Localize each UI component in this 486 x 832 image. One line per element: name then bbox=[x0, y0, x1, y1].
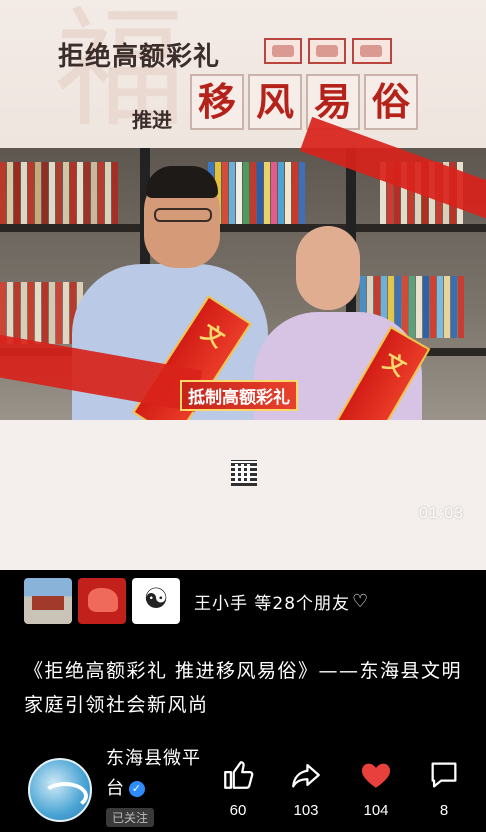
comment-icon bbox=[431, 762, 457, 788]
favorite-button[interactable]: 104 bbox=[346, 758, 406, 819]
comment-button[interactable]: 8 bbox=[414, 758, 474, 819]
heart-outline-icon: ♡ bbox=[352, 590, 369, 612]
share-count: 103 bbox=[293, 802, 319, 819]
like-button[interactable]: 60 bbox=[208, 758, 268, 819]
video-letterbox bbox=[0, 420, 486, 570]
woman-head bbox=[296, 226, 360, 310]
friends-liked-row[interactable]: 王小手 等28个朋友 ♡ bbox=[24, 578, 368, 624]
banner-decoration bbox=[352, 38, 392, 64]
heart-icon bbox=[361, 763, 391, 788]
follow-status-badge[interactable]: 已关注 bbox=[106, 808, 155, 827]
banner-decoration bbox=[264, 38, 302, 64]
video-caption: 抵制高额彩礼 bbox=[180, 380, 298, 411]
like-count: 60 bbox=[229, 802, 247, 819]
banner-title-line2-prefix: 推进 bbox=[132, 108, 172, 132]
banner-decoration bbox=[308, 38, 346, 64]
banner-title-char: 风 bbox=[248, 74, 302, 130]
account-name-text: 东海县微平台 bbox=[106, 748, 201, 799]
comment-count: 8 bbox=[439, 802, 449, 819]
friend-avatar bbox=[132, 578, 180, 624]
video-banner: 福 拒绝高额彩礼 推进 移 风 易 俗 bbox=[0, 0, 486, 148]
video-player[interactable]: 福 拒绝高额彩礼 推进 移 风 易 俗 文 文 抵制高额彩礼 01:03 bbox=[0, 0, 486, 570]
banner-title-line2: 移 风 易 俗 bbox=[190, 74, 418, 130]
account-name[interactable]: 东海县微平台 ✓ bbox=[106, 744, 202, 804]
favorite-count: 104 bbox=[363, 802, 389, 819]
thumbs-up-icon bbox=[224, 761, 254, 789]
share-arrow-icon bbox=[292, 763, 320, 788]
man-hair bbox=[146, 166, 218, 198]
verified-icon: ✓ bbox=[129, 781, 145, 797]
account-avatar[interactable] bbox=[28, 758, 92, 822]
friend-avatar bbox=[24, 578, 72, 624]
friends-liked-text: 王小手 等28个朋友 bbox=[194, 593, 351, 614]
qr-code-icon bbox=[231, 460, 257, 486]
share-button[interactable]: 103 bbox=[276, 758, 336, 819]
banner-title-line1: 拒绝高额彩礼 bbox=[58, 42, 221, 72]
video-duration: 01:03 bbox=[418, 505, 464, 522]
friend-avatar bbox=[78, 578, 126, 624]
shelf-board bbox=[0, 224, 486, 232]
post-title[interactable]: 《拒绝高额彩礼 推进移风易俗》——东海县文明家庭引领社会新风尚 bbox=[24, 654, 470, 722]
book-row bbox=[0, 162, 119, 224]
man-glasses bbox=[154, 208, 212, 222]
banner-title-char: 俗 bbox=[364, 74, 418, 130]
banner-title-char: 移 bbox=[190, 74, 244, 130]
book-row bbox=[208, 162, 306, 224]
